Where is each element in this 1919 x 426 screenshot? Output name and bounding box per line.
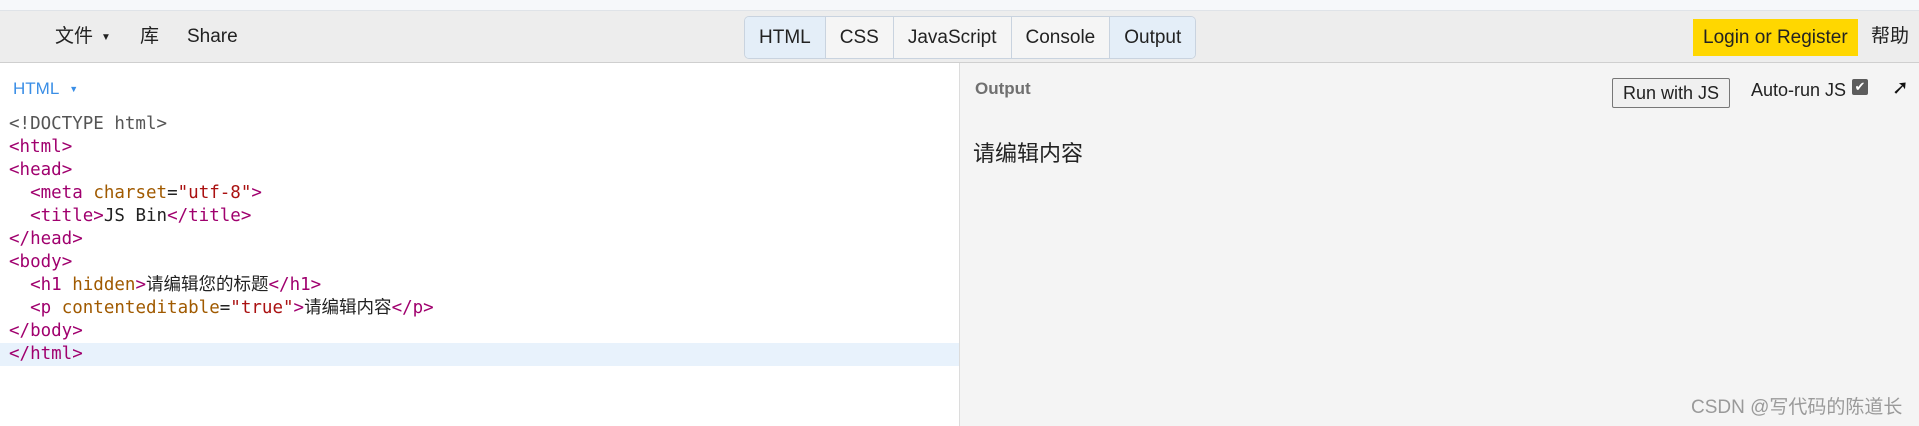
chevron-down-icon: ▼	[69, 84, 79, 94]
help-menu[interactable]: 帮助	[1871, 11, 1909, 62]
check-icon: ✔	[1854, 79, 1866, 94]
code-line[interactable]: <meta charset="utf-8">	[0, 182, 959, 205]
code-line[interactable]: <!DOCTYPE html>	[0, 113, 959, 136]
code-line[interactable]: </body>	[0, 320, 959, 343]
autorun-checkbox[interactable]: ✔	[1852, 79, 1868, 95]
code-line[interactable]: </html>	[0, 343, 959, 366]
panel-tabs: HTML CSS JavaScript Console Output	[744, 16, 1197, 59]
file-menu-label: 文件	[55, 26, 94, 47]
code-line[interactable]: <title>JS Bin</title>	[0, 205, 959, 228]
tab-output[interactable]: Output	[1110, 17, 1196, 58]
editor-mode-label: HTML	[13, 79, 60, 98]
tab-css[interactable]: CSS	[825, 17, 894, 58]
browser-top-strip	[0, 0, 1919, 11]
code-line[interactable]: <p contenteditable="true">请编辑内容</p>	[0, 297, 959, 320]
popout-arrow-icon[interactable]: ➚	[1892, 75, 1909, 100]
share-menu[interactable]: Share	[187, 11, 238, 62]
login-register-button[interactable]: Login or Register	[1693, 19, 1858, 56]
library-menu[interactable]: 库	[140, 11, 159, 62]
tab-javascript[interactable]: JavaScript	[893, 17, 1012, 58]
watermark: CSDN @写代码的陈道长	[1691, 397, 1903, 418]
chevron-down-icon: ▼	[101, 32, 111, 43]
code-line[interactable]: <body>	[0, 251, 959, 274]
tab-html[interactable]: HTML	[745, 17, 826, 58]
run-with-js-button[interactable]: Run with JS	[1612, 78, 1731, 108]
code-line[interactable]: <head>	[0, 159, 959, 182]
output-paragraph[interactable]: 请编辑内容	[973, 136, 1083, 168]
tab-console[interactable]: Console	[1011, 17, 1111, 58]
html-editor-panel: HTML ▼ <!DOCTYPE html> <html> <head> <meta …	[0, 63, 959, 426]
code-area[interactable]: <!DOCTYPE html> <html> <head> <meta charse…	[0, 113, 959, 366]
output-label: Output	[975, 79, 1031, 98]
autorun-label[interactable]: Auto-run JS	[1751, 80, 1846, 101]
code-line[interactable]: <h1 hidden>请编辑您的标题</h1>	[0, 274, 959, 297]
top-toolbar: 文件 ▼ 库 Share HTML CSS JavaScript Console …	[0, 11, 1919, 63]
code-line[interactable]: </head>	[0, 228, 959, 251]
output-panel: Output Run with JS Auto-run JS ✔ ➚ 请编辑内容	[960, 63, 1919, 426]
file-menu[interactable]: 文件 ▼	[55, 11, 111, 62]
editor-mode-dropdown[interactable]: HTML ▼	[13, 79, 78, 99]
code-line[interactable]: <html>	[0, 136, 959, 159]
